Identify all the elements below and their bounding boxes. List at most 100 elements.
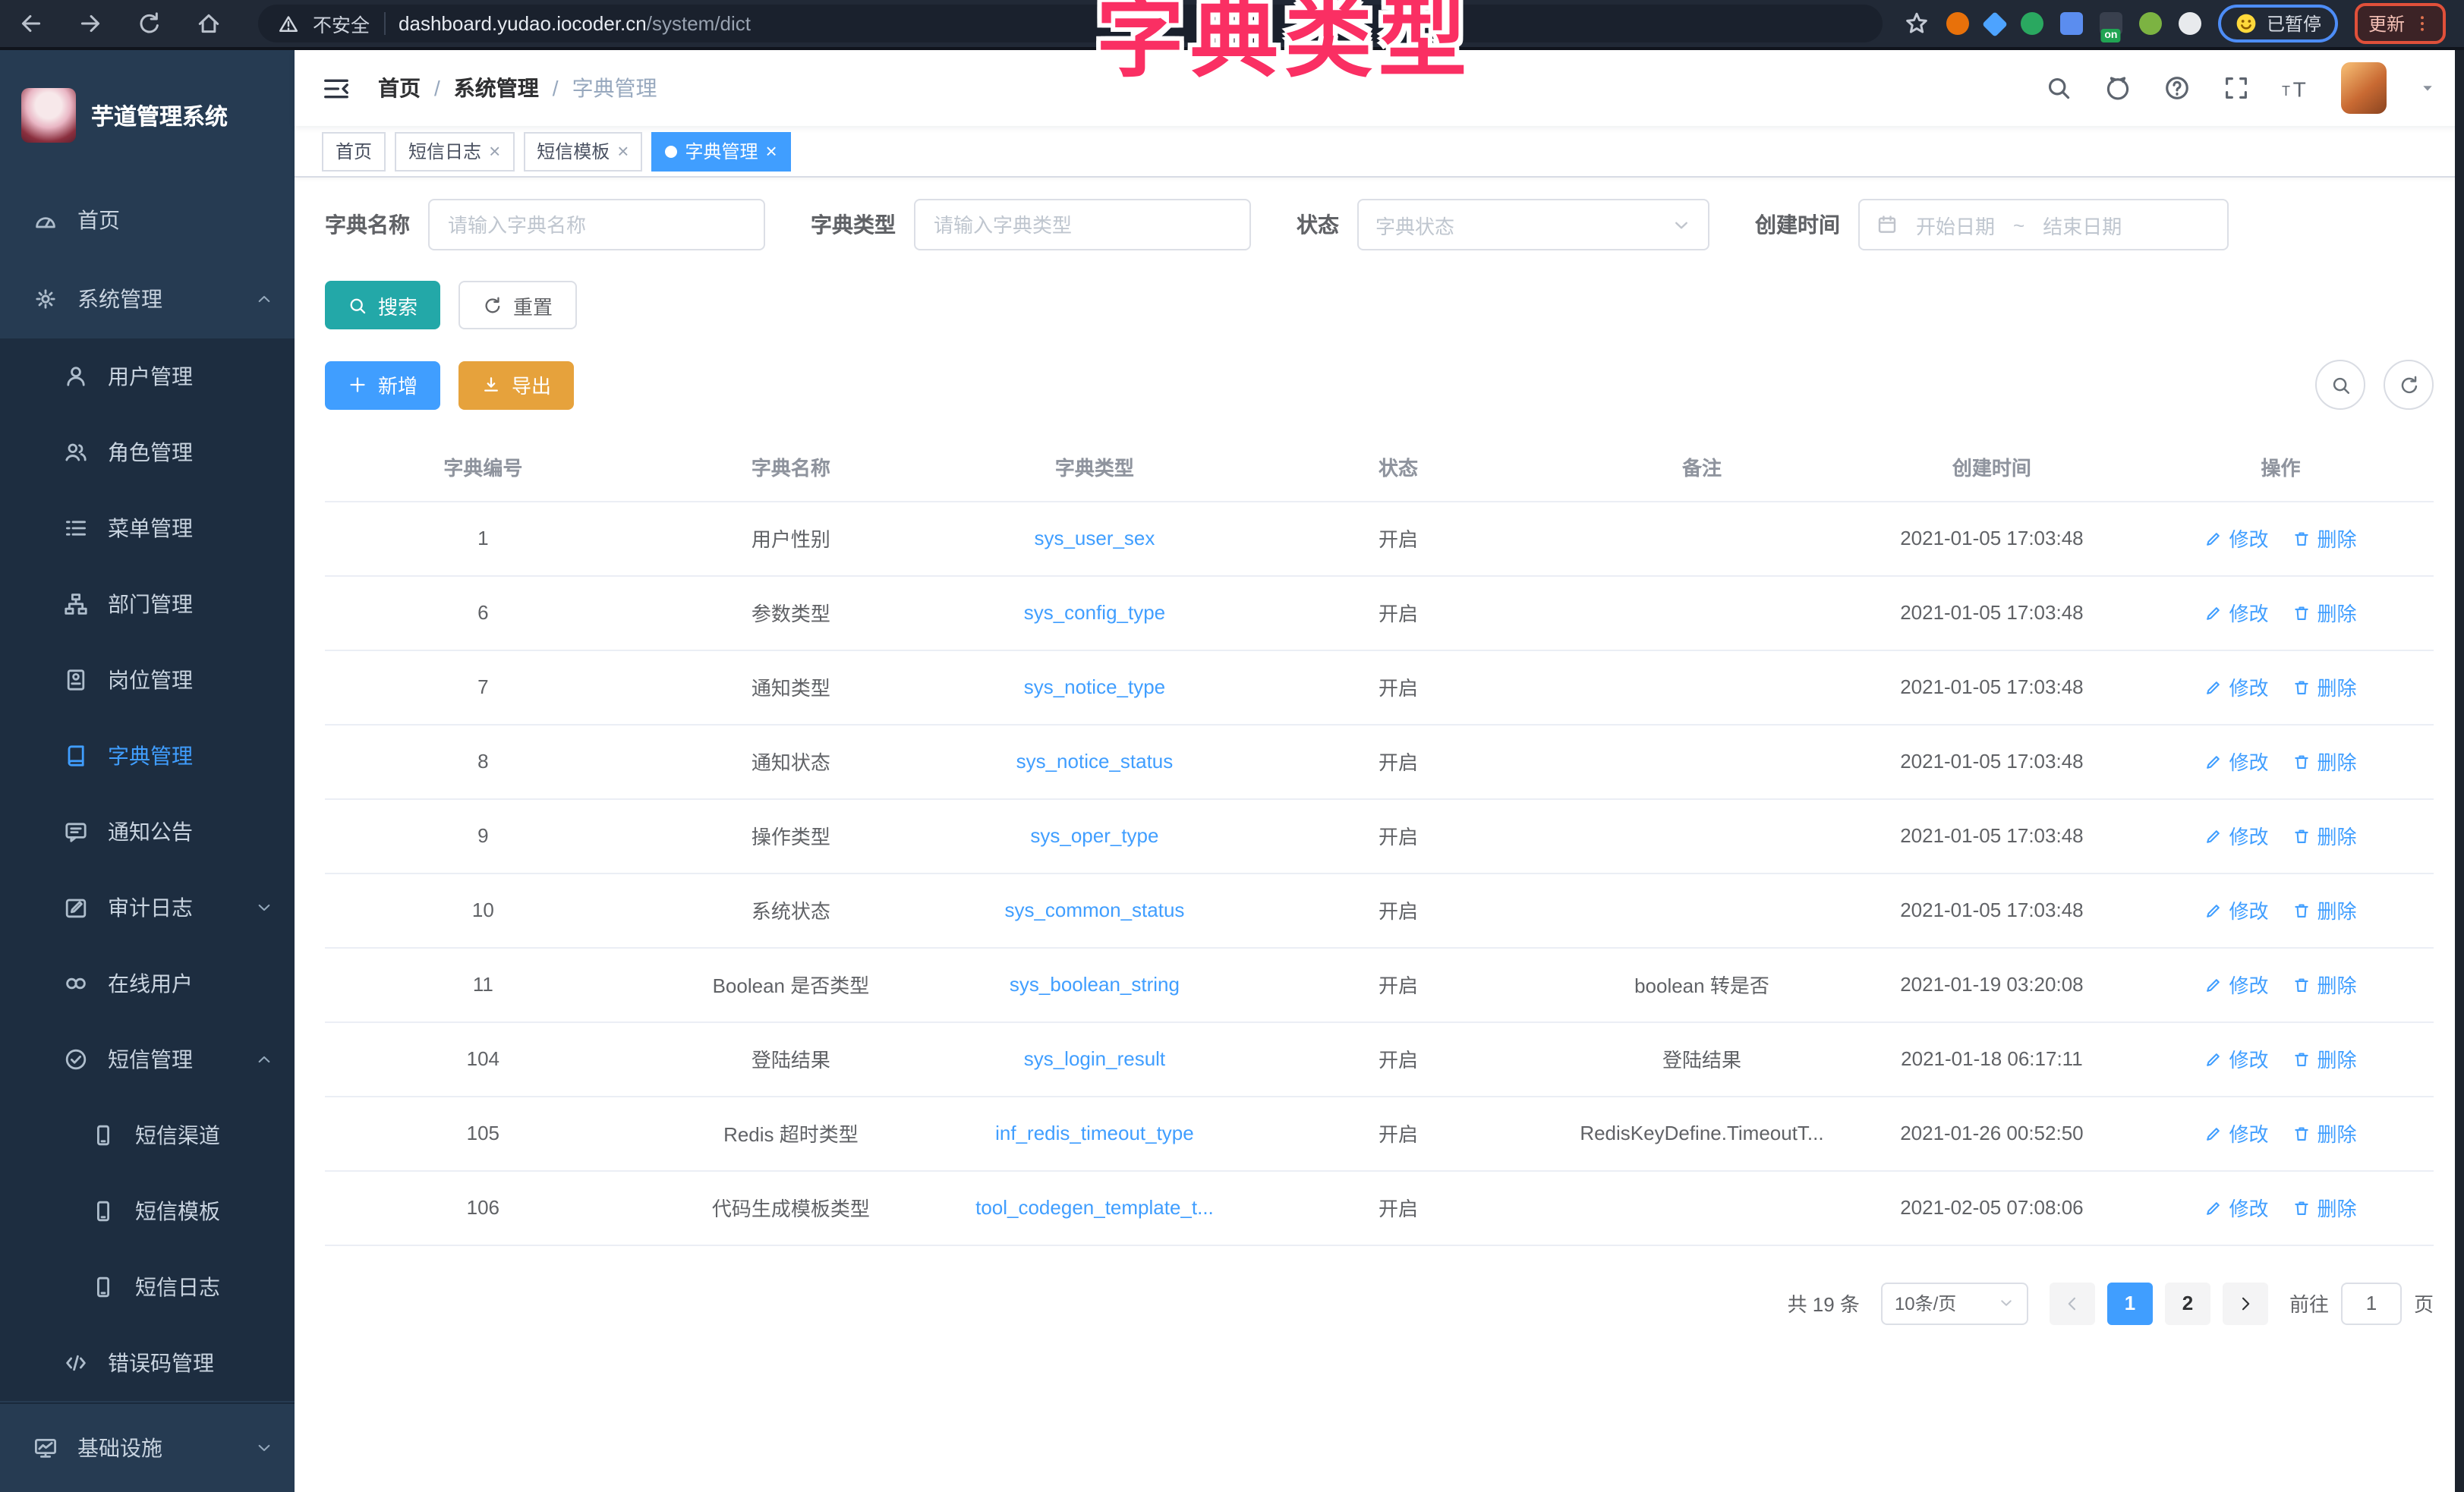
fullscreen-icon[interactable]	[2223, 74, 2250, 102]
tab-close-icon[interactable]: ×	[489, 141, 500, 161]
sidebar-item-dept[interactable]: 部门管理	[0, 566, 295, 642]
sidebar-item-user[interactable]: 用户管理	[0, 338, 295, 414]
extension-green-circle-icon[interactable]	[2021, 12, 2043, 35]
edit-action[interactable]: 修改	[2205, 1044, 2269, 1073]
edit-action[interactable]: 修改	[2205, 598, 2269, 627]
font-size-icon[interactable]: TT	[2282, 74, 2309, 102]
refresh-table-button[interactable]	[2384, 360, 2434, 410]
extension-blue-grid-icon[interactable]	[2060, 12, 2083, 35]
edit-action[interactable]: 修改	[2205, 821, 2269, 850]
sidebar-item-role[interactable]: 角色管理	[0, 414, 295, 490]
prev-page-button[interactable]	[2050, 1282, 2095, 1324]
profile-paused-chip[interactable]: 已暂停	[2218, 5, 2338, 42]
goto-page-input[interactable]	[2341, 1282, 2402, 1324]
dict-type-input[interactable]	[914, 199, 1251, 250]
breadcrumb-item[interactable]: 首页	[378, 73, 421, 103]
edit-action[interactable]: 修改	[2205, 896, 2269, 924]
search-button[interactable]: 搜索	[325, 281, 440, 329]
browser-reload-icon[interactable]	[137, 11, 162, 36]
page-button-2[interactable]: 2	[2165, 1282, 2210, 1324]
sidebar-item-dict[interactable]: 字典管理	[0, 718, 295, 794]
sidebar-item-home[interactable]: 首页	[0, 181, 295, 260]
tab-close-icon[interactable]: ×	[617, 141, 629, 161]
search-icon[interactable]	[2045, 74, 2072, 102]
sidebar-item-menu[interactable]: 菜单管理	[0, 490, 295, 566]
toggle-search-button[interactable]	[2315, 360, 2365, 410]
tab-item[interactable]: 短信模板×	[523, 131, 642, 171]
github-icon[interactable]	[2104, 74, 2132, 102]
reset-button[interactable]: 重置	[458, 281, 577, 329]
tab-item[interactable]: 首页	[322, 131, 386, 171]
dict-type-link[interactable]: sys_notice_type	[1024, 675, 1165, 698]
browser-home-icon[interactable]	[196, 11, 222, 36]
dict-type-link[interactable]: sys_boolean_string	[1010, 973, 1180, 996]
export-button[interactable]: 导出	[458, 360, 574, 409]
sidebar-item-sms[interactable]: 短信管理	[0, 1021, 295, 1097]
next-page-button[interactable]	[2223, 1282, 2268, 1324]
tab-close-icon[interactable]: ×	[766, 141, 777, 161]
address-bar[interactable]: 不安全 dashboard.yudao.iocoder.cn/system/di…	[258, 5, 1883, 42]
extension-blue-gem-icon[interactable]	[1982, 11, 2008, 36]
browser-menu-icon[interactable]	[2412, 14, 2432, 33]
delete-action[interactable]: 删除	[2293, 1044, 2357, 1073]
page-size-select[interactable]: 10条/页	[1881, 1282, 2028, 1324]
dict-type-link[interactable]: sys_user_sex	[1034, 527, 1155, 549]
delete-action[interactable]: 删除	[2293, 524, 2357, 552]
dict-type-link[interactable]: tool_codegen_template_t...	[975, 1196, 1214, 1219]
sidebar-item-audit-log[interactable]: 审计日志	[0, 870, 295, 946]
edit-action[interactable]: 修改	[2205, 970, 2269, 999]
tab-item[interactable]: 短信日志×	[395, 131, 514, 171]
delete-action[interactable]: 删除	[2293, 747, 2357, 776]
sidebar-item-error-code[interactable]: 错误码管理	[0, 1325, 295, 1401]
sidebar-item-online-user[interactable]: 在线用户	[0, 946, 295, 1021]
dict-type-link[interactable]: sys_config_type	[1024, 601, 1165, 624]
edit-action[interactable]: 修改	[2205, 672, 2269, 701]
sidebar-item-infra[interactable]: 基础设施	[0, 1404, 295, 1492]
extension-green-leaf-icon[interactable]	[2139, 12, 2162, 35]
edit-action[interactable]: 修改	[2205, 1119, 2269, 1147]
help-icon[interactable]	[2163, 74, 2191, 102]
page-button-1[interactable]: 1	[2107, 1282, 2153, 1324]
delete-action[interactable]: 删除	[2293, 672, 2357, 701]
date-range-picker[interactable]: 开始日期 ~ 结束日期	[1858, 199, 2229, 250]
edit-action[interactable]: 修改	[2205, 1193, 2269, 1222]
delete-action[interactable]: 删除	[2293, 821, 2357, 850]
dict-name-input[interactable]	[428, 199, 765, 250]
bookmark-star-icon[interactable]	[1904, 11, 1930, 36]
extension-orange-circle-icon[interactable]	[1946, 12, 1969, 35]
status-select[interactable]: 字典状态	[1357, 199, 1709, 250]
edit-label: 修改	[2229, 970, 2269, 999]
app-logo[interactable]: 芋道管理系统	[0, 50, 295, 181]
delete-action[interactable]: 删除	[2293, 598, 2357, 627]
edit-action[interactable]: 修改	[2205, 747, 2269, 776]
delete-action[interactable]: 删除	[2293, 896, 2357, 924]
dict-type-link[interactable]: inf_redis_timeout_type	[995, 1122, 1194, 1144]
extension-list-on-icon[interactable]: on	[2100, 12, 2122, 35]
sidebar-item-sms-template[interactable]: 短信模板	[0, 1173, 295, 1249]
sidebar-item-system[interactable]: 系统管理	[0, 260, 295, 338]
edit-square-icon	[64, 896, 88, 920]
tab-item[interactable]: 字典管理×	[651, 131, 790, 171]
collapse-menu-icon[interactable]	[322, 74, 351, 102]
avatar-caret-icon[interactable]	[2418, 79, 2437, 97]
delete-action[interactable]: 删除	[2293, 970, 2357, 999]
dict-type-link[interactable]: sys_notice_status	[1016, 750, 1174, 773]
breadcrumb-item[interactable]: 系统管理	[454, 73, 539, 103]
sidebar-item-post[interactable]: 岗位管理	[0, 642, 295, 718]
sidebar-item-sms-log[interactable]: 短信日志	[0, 1249, 295, 1325]
delete-action[interactable]: 删除	[2293, 1193, 2357, 1222]
sidebar-item-sms-channel[interactable]: 短信渠道	[0, 1097, 295, 1173]
update-button[interactable]: 更新	[2355, 3, 2446, 44]
sidebar-item-notice[interactable]: 通知公告	[0, 794, 295, 870]
dict-type-link[interactable]: sys_common_status	[1004, 899, 1184, 921]
extension-white-figure-icon[interactable]	[2179, 12, 2201, 35]
user-avatar[interactable]	[2341, 62, 2387, 114]
dict-type-link[interactable]: sys_login_result	[1024, 1047, 1165, 1070]
edit-action[interactable]: 修改	[2205, 524, 2269, 552]
delete-action[interactable]: 删除	[2293, 1119, 2357, 1147]
cell-status: 开启	[1249, 947, 1548, 1021]
browser-forward-icon[interactable]	[77, 11, 103, 36]
dict-type-link[interactable]: sys_oper_type	[1030, 824, 1158, 847]
add-button[interactable]: 新增	[325, 360, 440, 409]
browser-back-icon[interactable]	[18, 11, 44, 36]
